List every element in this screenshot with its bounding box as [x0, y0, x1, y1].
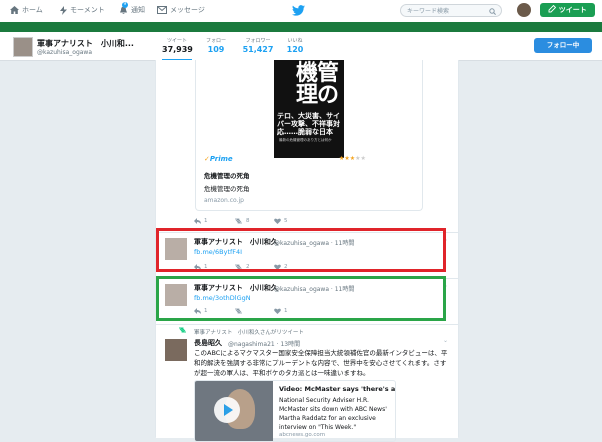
nav-moments[interactable]: モーメント — [60, 5, 105, 15]
tweet-author-name[interactable]: 長島昭久 — [194, 338, 222, 348]
profile-handle: @kazuhisa_ogawa — [37, 49, 93, 56]
nav-messages-label: メッセージ — [170, 6, 205, 14]
book-small-text: 最新の危機管理のあり方とは何か — [279, 138, 332, 142]
reply-action[interactable]: 1 — [194, 218, 234, 224]
red-highlight-box — [156, 228, 446, 272]
retweeted-tweet[interactable]: 軍事アナリスト 小川和久さんがリツイート 長島昭久 @nagashima21 ·… — [156, 324, 458, 442]
stat-tweets-value: 37,939 — [162, 45, 193, 54]
tweet-text: このABCによるマクマスター国家安全保障担当大統領補佐官の最新インタビューは、平… — [194, 349, 448, 377]
card-tweet-actions: 1 8 5 — [194, 218, 314, 224]
heart-icon — [274, 218, 281, 224]
nav-moments-label: モーメント — [70, 6, 105, 14]
profile-name[interactable]: 軍事アナリスト 小川和... — [37, 38, 134, 49]
video-thumbnail[interactable] — [195, 381, 273, 441]
lightning-icon — [60, 5, 67, 15]
video-description: National Security Adviser H.R. McMaster … — [279, 397, 387, 431]
bell-icon: 9 — [119, 1, 128, 15]
profile-banner — [0, 22, 602, 32]
video-url[interactable]: abcnews.go.com — [279, 432, 325, 438]
like-action[interactable]: 5 — [274, 218, 314, 224]
book-title-big: 機管理の — [296, 60, 339, 108]
reply-count: 1 — [204, 218, 208, 224]
video-card[interactable]: Video: McMaster says 'there's an interna… — [194, 380, 396, 442]
stat-followers-value: 51,427 — [242, 45, 274, 54]
search-input[interactable]: キーワード検索 — [400, 4, 502, 17]
stat-followers-label: フォロワー — [245, 38, 271, 44]
chevron-down-icon[interactable]: ⌄ — [443, 337, 448, 344]
link-card[interactable]: 機管理の テロ、大災害、サイバー攻撃、不祥事対応……脆弱な日本 最新の危機管理の… — [195, 60, 423, 211]
book-cover-image: 機管理の テロ、大災害、サイバー攻撃、不祥事対応……脆弱な日本 最新の危機管理の… — [274, 60, 344, 158]
top-navigation: ホーム モーメント 9 通知 メッセージ キーワード検索 ツイート — [0, 0, 602, 23]
retweet-count: 8 — [246, 218, 250, 224]
stat-following-value: 109 — [207, 45, 225, 54]
stat-following-label: フォロー — [205, 38, 226, 44]
play-icon[interactable] — [214, 397, 240, 423]
tweet-handle-time[interactable]: @nagashima21 · 13時間 — [228, 339, 300, 348]
nav-notifications[interactable]: 9 通知 — [119, 1, 145, 15]
stat-likes[interactable]: いいね 120 — [284, 37, 306, 54]
stat-followers[interactable]: フォロワー 51,427 — [242, 37, 274, 54]
green-highlight-box — [156, 276, 446, 321]
profile-bar: 軍事アナリスト 小川和... @kazuhisa_ogawa ツイート 37,9… — [0, 32, 602, 61]
nav-home-label: ホーム — [22, 6, 43, 14]
stat-tweets[interactable]: ツイート 37,939 — [162, 37, 193, 61]
video-title[interactable]: Video: McMaster says 'there's an interna… — [279, 385, 395, 393]
like-count: 5 — [284, 218, 288, 224]
stat-following[interactable]: フォロー 109 — [204, 37, 228, 54]
home-icon — [10, 6, 19, 14]
compose-icon — [548, 4, 557, 13]
book-subtitle: テロ、大災害、サイバー攻撃、不祥事対応……脆弱な日本 — [277, 112, 340, 136]
retweeted-by-label[interactable]: 軍事アナリスト 小川和久さんがリツイート — [194, 328, 304, 336]
card-description: 危機管理の死角 — [204, 185, 250, 193]
card-title[interactable]: 危機管理の死角 — [204, 170, 250, 180]
retweet-action[interactable]: 8 — [234, 218, 274, 224]
search-icon[interactable] — [489, 8, 496, 15]
prime-badge: ✓Prime — [204, 155, 233, 163]
nav-messages[interactable]: メッセージ — [157, 5, 205, 15]
retweet-indicator-icon — [179, 327, 186, 333]
user-avatar[interactable] — [517, 3, 531, 17]
tweet-avatar[interactable] — [165, 339, 187, 361]
twitter-bird-icon[interactable] — [292, 5, 305, 16]
notification-badge: 9 — [122, 1, 128, 8]
stat-tweets-label: ツイート — [166, 38, 187, 44]
retweet-icon — [235, 218, 242, 224]
profile-avatar[interactable] — [13, 37, 33, 57]
card-url[interactable]: amazon.co.jp — [204, 197, 244, 204]
search-placeholder: キーワード検索 — [407, 8, 450, 15]
following-button[interactable]: フォロー中 — [534, 38, 592, 53]
nav-notifications-label: 通知 — [131, 6, 145, 14]
star-rating: ★★★★★ — [339, 155, 366, 162]
tweet-button[interactable]: ツイート — [540, 3, 595, 17]
tweet-button-label: ツイート — [558, 6, 587, 14]
nav-home[interactable]: ホーム — [10, 5, 43, 15]
envelope-icon — [157, 6, 167, 14]
prime-label: Prime — [209, 155, 233, 163]
stat-likes-value: 120 — [286, 45, 304, 54]
stat-likes-label: いいね — [287, 38, 303, 44]
reply-icon — [194, 218, 201, 224]
